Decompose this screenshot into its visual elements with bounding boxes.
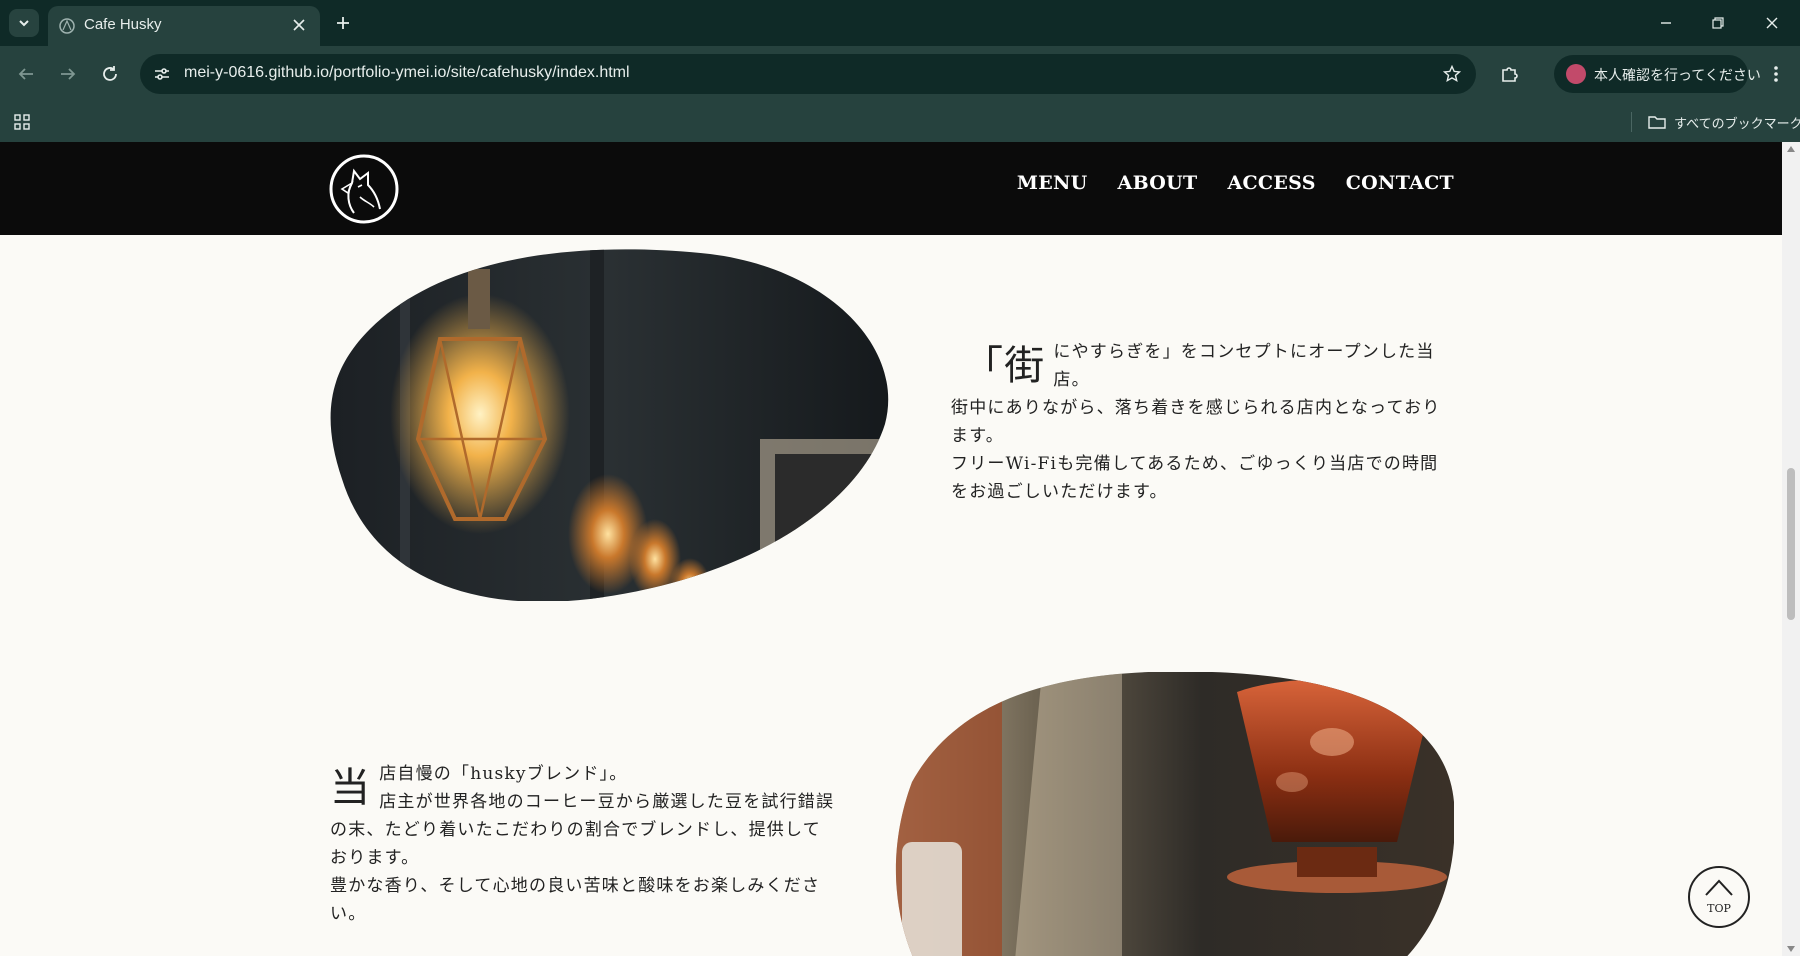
profile-verification-chip[interactable]: 本人確認を行ってください	[1554, 55, 1761, 93]
folder-icon	[1648, 116, 1666, 129]
apps-button[interactable]	[10, 110, 34, 134]
arrow-right-icon	[61, 68, 76, 80]
about-paragraph: 「街 にやすらぎを」をコンセプトにオープンした当店。 街中にありながら、落ち着き…	[951, 338, 1456, 506]
tune-icon	[155, 68, 169, 80]
bookmarks-bar: すべてのブックマーク	[0, 102, 1800, 142]
scrollbar-thumb[interactable]	[1787, 468, 1795, 620]
close-icon	[1766, 17, 1778, 29]
chevron-down-icon	[19, 20, 29, 27]
star-icon	[1443, 65, 1461, 83]
tab-list-button[interactable]	[9, 9, 39, 37]
blend-line-3: 豊かな香り、そして心地の良い苦味と酸味をお楽しみください。	[330, 876, 821, 924]
profile-label: 本人確認を行ってください	[1594, 67, 1761, 83]
nav-contact[interactable]: CONTACT	[1346, 172, 1454, 194]
dropcap: 当	[330, 765, 372, 811]
site-header: MENU ABOUT ACCESS CONTACT	[0, 142, 1782, 235]
kebab-icon	[1774, 66, 1778, 82]
all-bookmarks-label: すべてのブックマーク	[1674, 115, 1800, 131]
globe-icon	[59, 18, 75, 34]
scroll-down-arrow[interactable]	[1787, 946, 1795, 952]
back-to-top-label: TOP	[1707, 902, 1731, 915]
blend-line-2: 店主が世界各地のコーヒー豆から厳選した豆を試行錯誤の末、たどり着いたこだわりの割…	[330, 792, 835, 868]
close-icon	[293, 19, 305, 31]
forward-button[interactable]	[54, 60, 82, 88]
reload-button[interactable]	[96, 60, 124, 88]
dropcap: 「街	[963, 343, 1046, 389]
site-info-button[interactable]	[150, 62, 174, 86]
back-to-top-button[interactable]: TOP	[1688, 866, 1750, 928]
browser-toolbar: mei-y-0616.github.io/portfolio-ymei.io/s…	[0, 46, 1800, 102]
browser-menu-button[interactable]	[1762, 60, 1790, 88]
bookmarks-divider	[1631, 112, 1632, 132]
coffee-dripper-photo	[895, 672, 1454, 956]
chevron-up-icon	[1705, 879, 1733, 896]
bookmark-star-button[interactable]	[1440, 62, 1464, 86]
about-line-3: フリーWi-Fiも完備してあるため、ごゆっくり当店での時間をお過ごしいただけます…	[951, 454, 1439, 502]
back-button[interactable]	[12, 60, 40, 88]
browser-tab-bar: Cafe Husky	[0, 0, 1800, 46]
lamp-photo	[330, 249, 889, 601]
minimize-button[interactable]	[1646, 8, 1686, 38]
address-bar[interactable]: mei-y-0616.github.io/portfolio-ymei.io/s…	[140, 54, 1476, 94]
restore-icon	[1712, 17, 1724, 29]
all-bookmarks-button[interactable]: すべてのブックマーク	[1648, 110, 1800, 134]
tab-title: Cafe Husky	[84, 16, 162, 33]
url-text: mei-y-0616.github.io/portfolio-ymei.io/s…	[184, 64, 630, 81]
close-window-button[interactable]	[1752, 8, 1792, 38]
nav-menu[interactable]: MENU	[1017, 172, 1088, 194]
arrow-left-icon	[18, 68, 33, 80]
tab-cafe-husky[interactable]: Cafe Husky	[48, 6, 320, 46]
restore-button[interactable]	[1698, 8, 1738, 38]
avatar	[1566, 64, 1586, 84]
husky-logo-icon[interactable]	[328, 153, 400, 225]
nav-about[interactable]: ABOUT	[1118, 172, 1198, 194]
blend-lead: 店自慢の「huskyブレンド」。	[379, 764, 628, 784]
reload-icon	[103, 66, 117, 81]
blend-paragraph: 当 店自慢の「huskyブレンド」。 店主が世界各地のコーヒー豆から厳選した豆を…	[330, 760, 835, 928]
puzzle-icon	[1502, 67, 1518, 82]
minimize-icon	[1661, 22, 1671, 24]
page-scrollbar[interactable]	[1782, 142, 1800, 956]
page-viewport: MENU ABOUT ACCESS CONTACT 「街 にやすらぎを」をコンセ…	[0, 142, 1782, 956]
plus-icon	[337, 17, 349, 29]
apps-grid-icon	[14, 114, 30, 130]
tab-close-button[interactable]	[288, 14, 310, 36]
main-nav: MENU ABOUT ACCESS CONTACT	[1017, 172, 1454, 194]
nav-access[interactable]: ACCESS	[1227, 172, 1315, 194]
extensions-button[interactable]	[1496, 60, 1524, 88]
about-line-2: 街中にありながら、落ち着きを感じられる店内となっております。	[951, 398, 1441, 446]
scroll-up-arrow[interactable]	[1787, 146, 1795, 152]
new-tab-button[interactable]	[330, 10, 356, 36]
